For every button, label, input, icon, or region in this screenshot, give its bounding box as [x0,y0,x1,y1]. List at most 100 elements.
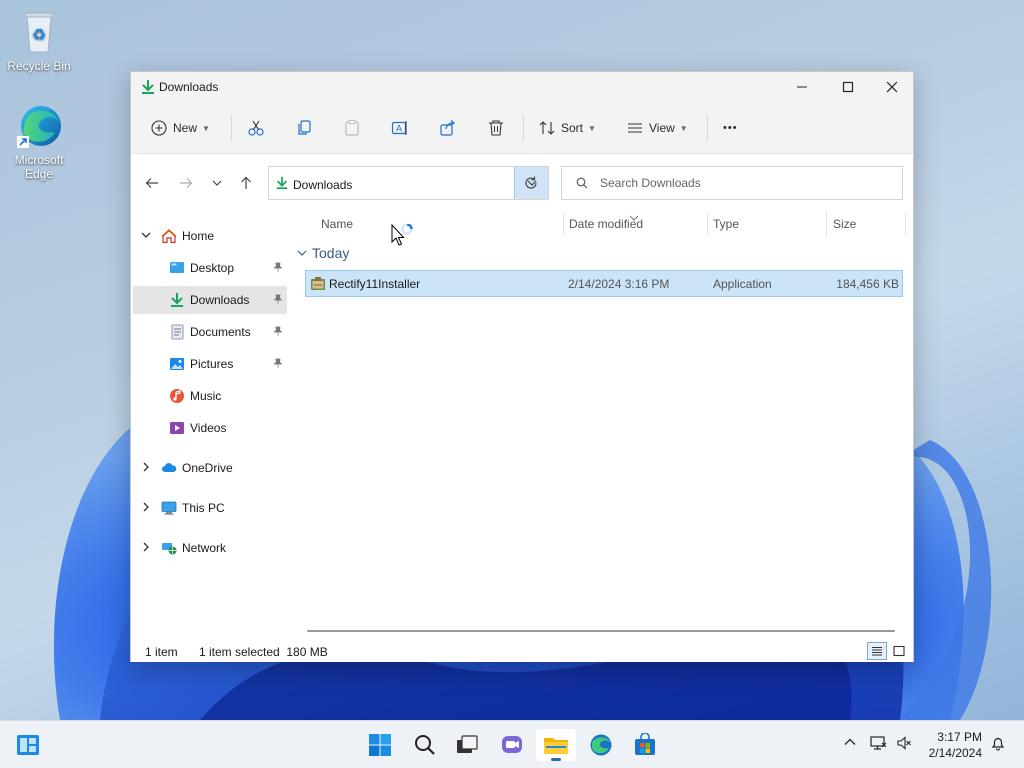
sidebar-item-music[interactable]: Music [133,382,287,410]
desktop-icon-edge[interactable]: Microsoft Edge [4,102,74,181]
sidebar-item-label: This PC [182,501,225,515]
window-title: Downloads [159,80,219,94]
toolbar-divider [523,115,524,141]
edge-taskbar-button[interactable] [581,729,621,761]
clipboard-icon [345,119,359,136]
widgets-button[interactable] [8,729,48,761]
trash-icon [489,120,503,136]
rename-button[interactable]: A [391,113,409,143]
view-label: View [649,121,675,135]
show-hidden-icons-button[interactable] [843,735,857,752]
minimize-icon [797,86,807,88]
recent-locations-button[interactable] [205,172,229,194]
refresh-button[interactable] [517,172,545,194]
chevron-up-icon [844,738,856,745]
chevron-down-icon: ▼ [679,123,688,133]
sidebar-item-home[interactable]: Home [133,222,287,250]
store-taskbar-button[interactable] [625,729,665,761]
more-icon: ••• [723,122,738,134]
details-view-icon [872,647,882,656]
sidebar-item-desktop[interactable]: Desktop [133,254,287,282]
chevron-down-icon [212,180,222,186]
sort-button[interactable]: Sort ▼ [539,113,596,143]
file-date: 2/14/2024 3:16 PM [568,277,670,291]
column-header-name[interactable]: Name [321,217,353,231]
search-icon [415,735,435,755]
more-options-button[interactable]: ••• [723,113,738,143]
forward-button[interactable] [174,172,198,194]
chevron-down-icon: ▼ [202,123,210,133]
plus-circle-icon [151,120,167,136]
toolbar-divider [231,115,232,141]
notifications-button[interactable] [990,735,1006,754]
network-tray-button[interactable] [870,735,888,754]
close-icon [886,81,898,93]
file-explorer-taskbar-button[interactable] [536,729,576,761]
share-button[interactable] [439,113,457,143]
sidebar-item-documents[interactable]: Documents [133,318,287,346]
chat-button[interactable] [492,729,532,761]
sidebar-item-onedrive[interactable]: OneDrive [133,454,287,482]
start-button[interactable] [360,729,400,761]
column-divider[interactable] [826,212,827,236]
clock-time: 3:17 PM [937,730,982,744]
maximize-button[interactable] [825,72,871,102]
sidebar-item-label: OneDrive [182,461,233,475]
document-icon [169,324,185,340]
download-icon [169,292,185,308]
sidebar-item-downloads[interactable]: Downloads [133,286,287,314]
notification-icon [991,737,1005,751]
sidebar-item-this-pc[interactable]: This PC [133,494,287,522]
sidebar-item-network[interactable]: Network [133,534,287,562]
share-icon [440,120,455,136]
pin-icon [273,358,283,371]
copy-icon [298,120,311,135]
minimize-button[interactable] [779,72,825,102]
new-button[interactable]: New ▼ [151,113,210,143]
details-view-button[interactable] [867,642,887,660]
column-divider[interactable] [707,212,708,236]
home-icon [161,228,177,244]
desktop-icon-label: Microsoft Edge [14,153,64,181]
group-header-today[interactable]: Today [297,245,349,261]
sidebar-item-label: Music [190,389,222,403]
volume-tray-button[interactable] [896,735,912,754]
cut-button[interactable] [247,113,265,143]
view-button[interactable]: View ▼ [627,113,688,143]
up-button[interactable] [234,172,258,194]
address-bar[interactable]: Downloads [268,166,549,200]
search-box[interactable] [561,166,903,200]
column-header-type[interactable]: Type [713,217,739,231]
cloud-icon [161,460,177,476]
pin-icon [273,262,283,275]
pin-icon [273,326,283,339]
column-header-size[interactable]: Size [833,217,856,231]
file-row[interactable]: Rectify11Installer 2/14/2024 3:16 PM App… [305,270,903,297]
task-view-button[interactable] [447,729,487,761]
back-button[interactable] [140,172,164,194]
title-bar[interactable]: Downloads [131,72,913,102]
column-divider[interactable] [563,212,564,236]
navigation-bar: Downloads [131,154,913,210]
copy-button[interactable] [295,113,313,143]
edge-icon [15,102,63,150]
chevron-down-icon [297,250,307,256]
delete-button[interactable] [487,113,505,143]
close-button[interactable] [869,72,915,102]
sidebar-item-videos[interactable]: Videos [133,414,287,442]
new-label: New [173,121,198,135]
horizontal-scrollbar[interactable] [307,630,895,632]
search-input[interactable] [600,176,890,190]
paste-button[interactable] [343,113,361,143]
arrow-left-icon [145,178,158,188]
clock[interactable]: 3:17 PM 2/14/2024 [918,729,982,761]
sidebar-item-pictures[interactable]: Pictures [133,350,287,378]
tiles-view-button[interactable] [889,642,909,660]
chevron-right-icon [141,462,151,475]
column-divider[interactable] [905,212,906,236]
sidebar-item-label: Network [182,541,227,555]
toolbar-divider [707,115,708,141]
search-taskbar-button[interactable] [405,729,445,761]
edge-icon [590,734,612,756]
desktop-icon-recycle-bin[interactable]: ♻ Recycle Bin [4,8,74,73]
